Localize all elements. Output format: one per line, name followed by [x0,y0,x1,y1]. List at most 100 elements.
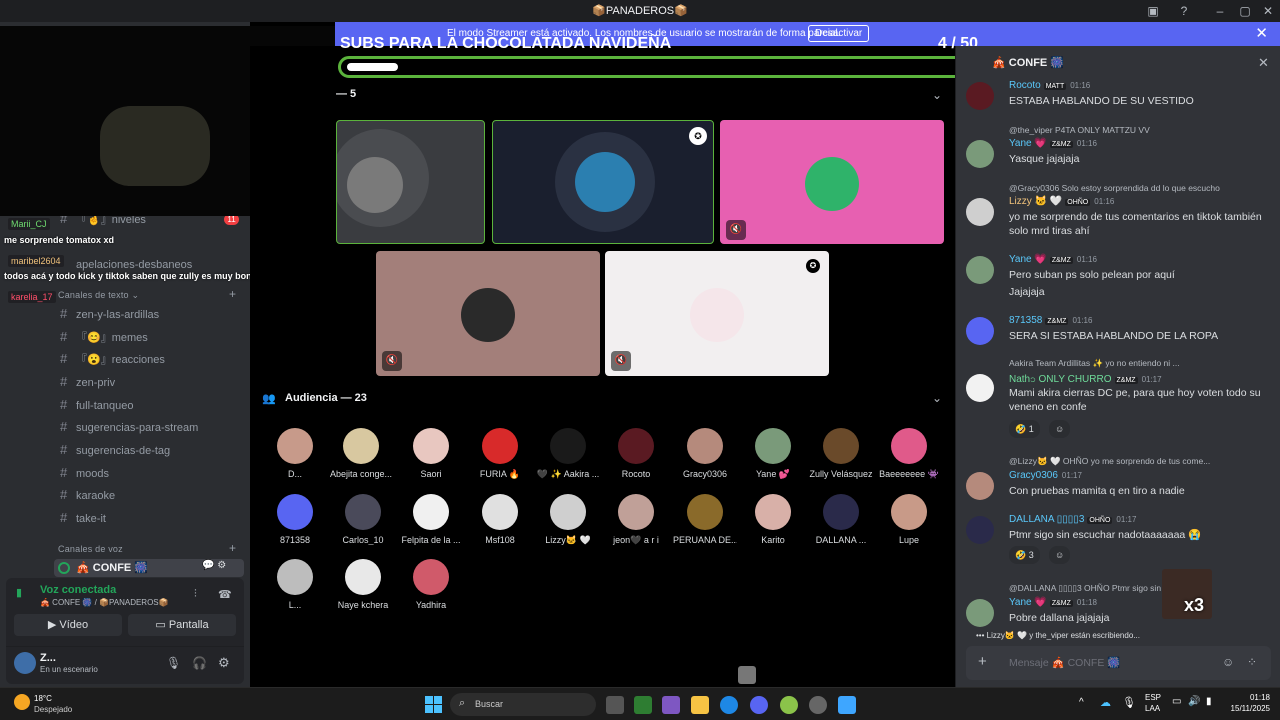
settings-gear-icon[interactable]: ⚙ [218,655,230,671]
speaker-tile[interactable]: 🔇 [720,120,944,244]
audience-member[interactable]: D... [263,428,327,479]
audience-member[interactable]: FURIA 🔥 [468,428,532,480]
channel-reacciones[interactable]: # 『😮』reacciones [60,349,165,369]
weather-icon[interactable] [14,694,30,710]
signal-icon[interactable]: ▮ [16,586,30,600]
tray-app-icon[interactable]: ☁ [1100,696,1111,709]
audience-member[interactable]: Carlos_10 [331,494,395,545]
collapse-audience-icon[interactable]: ⌄ [932,391,942,405]
deactivate-button[interactable]: Desactivar [808,25,870,42]
soundboard-icon[interactable]: ⫶ [194,588,197,601]
discord-icon[interactable] [750,696,768,714]
author-name[interactable]: Yane 💗 [1009,597,1047,608]
audience-member[interactable]: Yane 💕 [741,428,805,480]
author-name[interactable]: 871358 [1009,315,1042,326]
app-icon[interactable] [780,696,798,714]
avatar[interactable] [966,472,994,500]
channel-full-tanqueo[interactable]: # full-tanqueo [60,395,134,415]
category-text-channels[interactable]: Canales de texto ⌄ [58,290,139,301]
screen-share-button[interactable]: ▭ Pantalla [128,614,236,636]
audience-member[interactable]: Lizzy🐱 🤍 [536,494,600,546]
video-button[interactable]: ▶ Vídeo [14,614,122,636]
reply-preview[interactable]: Aakira Team Ardillitas ✨ yo no entiendo … [1009,358,1180,369]
category-voice-channels[interactable]: Canales de voz [58,544,123,554]
close-window-button[interactable]: ✕ [1260,3,1276,19]
weather-temp[interactable]: 18°C [34,694,52,703]
photos-icon[interactable] [838,696,856,714]
author-name[interactable]: Gracy0306 [1009,470,1058,481]
avatar[interactable] [966,374,994,402]
audience-member[interactable]: Yadhira [399,559,463,610]
add-reaction-icon[interactable]: ☺ [1049,546,1071,564]
audience-member[interactable]: Karito [741,494,805,545]
audience-member[interactable]: DALLANA ... [809,494,873,545]
channel-take-it[interactable]: # take-it [60,508,106,528]
channel-sugerencias-de-tag[interactable]: # sugerencias-de-tag [60,440,170,460]
channel-zen-y-las-ardillas[interactable]: # zen-y-las-ardillas [60,304,159,324]
audience-member[interactable]: jeon🖤 a r i [604,494,668,546]
language-indicator[interactable]: ESP [1145,693,1161,702]
channel-moods[interactable]: # moods [60,463,109,483]
channel-sugerencias-para-stream[interactable]: # sugerencias-para-stream [60,417,198,437]
disconnect-icon[interactable]: ☎ [218,588,232,601]
audience-member[interactable]: Naye kchera [331,559,395,610]
author-name[interactable]: Lizzy 🐱 🤍 [1009,196,1062,207]
avatar[interactable] [966,256,994,284]
add-attachment-icon[interactable]: + [978,653,987,670]
user-name[interactable]: Z... [40,652,56,664]
reaction-chip[interactable]: 🤣 3 [1009,546,1040,564]
avatar[interactable] [966,599,994,627]
minimize-button[interactable]: – [1212,3,1228,19]
audience-member[interactable]: Saori [399,428,463,479]
audience-member[interactable]: Zully Velásquez [809,428,873,479]
apps-icon[interactable]: ⁘ [1247,655,1257,669]
voice-status[interactable]: Voz conectada [40,584,116,596]
voice-channel-confe[interactable]: 🎪 CONFE 🎆 💬 ⚙ [54,559,244,577]
avatar[interactable] [966,82,994,110]
help-icon[interactable]: ? [1176,3,1192,19]
emoji-icon[interactable]: ☺ [1222,655,1234,669]
battery-icon[interactable]: ▮ [1206,696,1212,707]
tray-chevron-icon[interactable]: ^ [1079,697,1084,708]
avatar[interactable] [14,652,36,674]
audience-member[interactable]: 🖤 ✨ Aakira ... [536,428,600,480]
copilot-icon[interactable] [662,696,680,714]
close-chat-icon[interactable]: ✕ [1258,55,1269,71]
audience-member[interactable]: Baeeeeeee 👾 [877,428,941,480]
audience-member[interactable]: Abejita conge... [329,428,393,479]
audience-member[interactable]: Lupe [877,494,941,545]
speaker-tile[interactable]: 🔇 [376,251,600,376]
obs-icon[interactable] [809,696,827,714]
author-name[interactable]: Yane 💗 [1009,138,1047,149]
task-view-icon[interactable] [606,696,624,714]
channel-karaoke[interactable]: # karaoke [60,485,115,505]
message-input[interactable]: Mensaje 🎪 CONFE 🎆 [1009,656,1120,669]
author-name[interactable]: DALLANA ▯▯▯▯3 [1009,514,1084,525]
close-icon[interactable]: ✕ [1255,24,1268,42]
audience-member[interactable]: 871358 [263,494,327,545]
avatar[interactable] [966,198,994,226]
reply-preview[interactable]: @Lizzy🐱 🤍 OHÑO yo me sorprendo de tus co… [1009,456,1210,467]
collapse-speakers-icon[interactable]: ⌄ [932,88,942,102]
speaker-tile[interactable]: ✪ 🔇 [605,251,829,376]
reply-preview[interactable]: @the_viper P4TA ONLY MATTZU VV [1009,125,1150,135]
file-explorer-icon[interactable] [691,696,709,714]
speaker-tile[interactable] [336,120,485,244]
reaction-chip[interactable]: 🤣 1 [1009,420,1040,438]
volume-icon[interactable]: 🔊 [1188,696,1200,707]
avatar[interactable] [966,317,994,345]
network-icon[interactable]: ▭ [1172,696,1181,707]
voice-location[interactable]: 🎪 CONFE 🎆 / 📦PANADEROS📦 [40,598,169,607]
channel-zen-priv[interactable]: # zen-priv [60,372,115,392]
author-name[interactable]: Rocoto [1009,80,1041,91]
add-reaction-icon[interactable]: ☺ [1049,420,1071,438]
avatar[interactable] [966,140,994,168]
search-box[interactable]: ⌕ Buscar [450,693,596,716]
edge-icon[interactable] [720,696,738,714]
speaker-tile[interactable]: ✪ [492,120,714,244]
windows-start-icon[interactable] [425,696,442,713]
reply-preview[interactable]: @Gracy0306 Solo estoy sorprendida dd lo … [1009,183,1220,193]
audience-member[interactable]: Msf108 [468,494,532,545]
tray-mic-icon[interactable]: 🎙 [1122,696,1136,709]
clock-time[interactable]: 01:18 [1226,693,1270,702]
